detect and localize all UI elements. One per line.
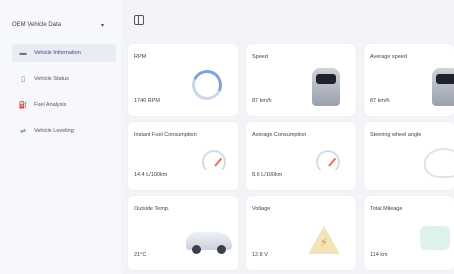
sidebar-item-label: Vehicle Status <box>34 76 69 82</box>
odometer-icon <box>420 226 450 250</box>
card-average-speed: Average speed 87 km/h <box>364 44 454 116</box>
card-value: 87 km/h <box>252 98 272 104</box>
card-title: RPM <box>134 54 147 60</box>
sidebar-item-label: Vehicle Leveling <box>34 128 74 134</box>
sedan-icon <box>186 232 232 254</box>
sidebar-item-vehicle-status[interactable]: ▯ Vehicle Status <box>12 70 116 88</box>
card-title: Outside Temp. <box>134 206 170 212</box>
card-outside-temp: Outside Temp. 21°C <box>128 196 238 270</box>
fuel-icon: ⛽ <box>18 102 28 109</box>
sidebar-nav: ▬ Vehicle Information ▯ Vehicle Status ⛽… <box>12 44 116 148</box>
sidebar-item-vehicle-leveling[interactable]: ⇌ Vehicle Leveling <box>12 122 116 140</box>
card-value: 21°C <box>134 252 147 258</box>
sidebar-item-label: Fuel Analysis <box>34 102 67 108</box>
card-rpm: RPM 1740 RPM <box>128 44 238 116</box>
sidebar-item-label: Vehicle Information <box>34 50 81 56</box>
card-value: 14.4 L/100km <box>134 172 168 178</box>
car-front-icon <box>312 68 340 106</box>
sidebar-item-vehicle-information[interactable]: ▬ Vehicle Information <box>12 44 116 62</box>
card-value: 8.6 L/100km <box>252 172 283 178</box>
card-total-mileage: Total Mileage 114 km <box>364 196 454 270</box>
speedometer-icon <box>202 150 226 174</box>
car-icon: ▬ <box>19 49 27 57</box>
card-title: Speed <box>252 54 268 60</box>
card-title: Average speed <box>370 54 407 60</box>
card-value: 1740 RPM <box>134 98 160 104</box>
level-icon: ⇌ <box>20 128 26 135</box>
warning-icon: ⚡ <box>308 226 340 254</box>
app-selector[interactable]: OEM Vehicle Data ▾ <box>8 16 108 34</box>
chevron-down-icon: ▾ <box>100 22 104 29</box>
app-title: OEM Vehicle Data <box>12 22 62 28</box>
speedometer-icon <box>316 150 340 174</box>
card-value: 87 km/h <box>370 98 390 104</box>
card-speed: Speed 87 km/h <box>246 44 356 116</box>
card-title: Average Consumption <box>252 132 307 138</box>
card-steering-wheel-angle: Steering wheel angle <box>364 122 454 190</box>
card-title: Total Mileage <box>370 206 403 212</box>
sidebar-item-fuel-analysis[interactable]: ⛽ Fuel Analysis <box>12 96 116 114</box>
steering-wheel-icon <box>424 148 454 178</box>
phone-icon: ▯ <box>21 76 25 83</box>
card-title: Voltage <box>252 206 271 212</box>
card-value: 12.8 V <box>252 252 268 258</box>
sidebar-toggle-icon[interactable] <box>134 15 144 25</box>
car-front-icon <box>432 68 454 106</box>
card-average-consumption: Average Consumption 8.6 L/100km <box>246 122 356 190</box>
gauge-icon <box>187 65 227 105</box>
card-voltage: Voltage 12.8 V ⚡ <box>246 196 356 270</box>
card-instant-fuel-consumption: Instant Fuel Consumption 14.4 L/100km <box>128 122 238 190</box>
sidebar: OEM Vehicle Data ▾ ▬ Vehicle Information… <box>0 0 121 274</box>
card-title: Instant Fuel Consumption <box>134 132 197 138</box>
card-value: 114 km <box>370 252 388 258</box>
card-title: Steering wheel angle <box>370 132 422 138</box>
